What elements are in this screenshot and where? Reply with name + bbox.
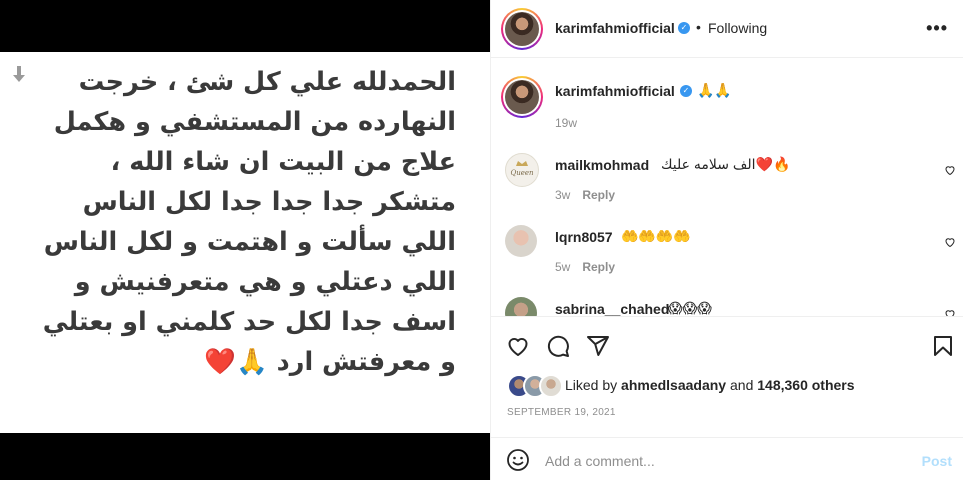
comment-username[interactable]: lqrn8057 — [555, 229, 613, 245]
comment-time[interactable]: 5w — [555, 260, 570, 274]
note-line: اللي سألت و اهتمت و لكل الناس — [43, 227, 456, 257]
note-line: علاج من البيت ان شاء الله ، — [110, 147, 456, 177]
heart-icon[interactable] — [506, 334, 530, 358]
commenter-avatar[interactable] — [505, 225, 537, 257]
liked-by-text: Liked by ahmedlsaadany and 148,360 other… — [565, 377, 855, 393]
liker-avatar — [539, 374, 563, 398]
like-comment-heart-icon[interactable] — [944, 164, 956, 176]
more-options-icon[interactable]: ••• — [926, 18, 948, 39]
author-avatar[interactable] — [501, 8, 543, 50]
svg-text:Queen: Queen — [510, 169, 534, 177]
comment-text: 😱😱😱 — [668, 300, 712, 316]
likes-count[interactable]: 148,360 others — [757, 377, 854, 393]
note-line: اللي دعتلي و هي متعرفنيش و — [74, 267, 456, 297]
following-button[interactable]: Following — [708, 20, 767, 36]
author-username[interactable]: karimfahmiofficial — [555, 20, 675, 36]
note-line: متشكر جدا جدا جدا لكل الناس — [82, 187, 456, 217]
comments-list[interactable]: karimfahmiofficial ✓ 🙏🙏 19w Queen mailkm… — [491, 58, 963, 316]
verified-badge-icon: ✓ — [678, 22, 690, 34]
add-comment-bar: Add a comment... Post — [491, 437, 963, 482]
post-header: karimfahmiofficial ✓ • Following ••• — [491, 0, 963, 58]
note-line: الحمدلله علي كل شئ ، خرجت — [78, 67, 456, 97]
comment-meta: 5w Reply — [555, 260, 615, 274]
commenter-avatar[interactable]: Queen — [505, 153, 539, 187]
note-line: النهارده من المستشفي و هكمل — [53, 107, 456, 137]
comment-text: الف سلامه عليك❤️🔥 — [661, 156, 791, 172]
verified-badge-icon: ✓ — [680, 85, 692, 97]
note-line: اسف جدا لكل حد كلمني او بعتلي — [42, 307, 456, 337]
comment-icon[interactable] — [546, 334, 570, 358]
notes-screenshot: الحمدلله علي كل شئ ، خرجت النهارده من ال… — [0, 52, 490, 433]
post-media[interactable]: الحمدلله علي كل شئ ، خرجت النهارده من ال… — [0, 0, 490, 480]
share-icon[interactable] — [586, 334, 610, 358]
comment-meta: 3w Reply — [555, 188, 615, 202]
post-sidebar: karimfahmiofficial ✓ • Following ••• kar… — [490, 0, 963, 480]
caption-text: 🙏🙏 — [697, 82, 732, 98]
comment-username[interactable]: mailkmohmad — [555, 157, 649, 173]
like-comment-heart-icon[interactable] — [944, 236, 956, 248]
bookmark-icon[interactable] — [931, 334, 955, 358]
caption-time[interactable]: 19w — [555, 116, 577, 130]
reply-button[interactable]: Reply — [582, 260, 615, 274]
comment-username[interactable]: sabrina__chahed — [555, 301, 669, 316]
separator-dot: • — [696, 19, 701, 35]
caption-username[interactable]: karimfahmiofficial — [555, 83, 675, 99]
post-actions: Liked by ahmedlsaadany and 148,360 other… — [491, 316, 963, 481]
commenter-avatar[interactable] — [505, 297, 537, 316]
post-button[interactable]: Post — [922, 453, 952, 469]
emoji-icon[interactable] — [506, 448, 530, 472]
comment-input[interactable]: Add a comment... — [545, 453, 655, 469]
caption-avatar[interactable] — [501, 76, 543, 118]
note-text: الحمدلله علي كل شئ ، خرجت النهارده من ال… — [16, 62, 456, 382]
post-date[interactable]: SEPTEMBER 19, 2021 — [507, 407, 616, 418]
comment-text: 🤲🤲🤲🤲 — [621, 228, 691, 244]
reply-button[interactable]: Reply — [582, 188, 615, 202]
like-comment-heart-icon[interactable] — [944, 308, 956, 316]
comment-time[interactable]: 3w — [555, 188, 570, 202]
note-line: و معرفتش ارد 🙏❤️ — [204, 347, 456, 377]
queen-logo-icon: Queen — [510, 161, 534, 177]
liked-by-user[interactable]: ahmedlsaadany — [621, 377, 726, 393]
